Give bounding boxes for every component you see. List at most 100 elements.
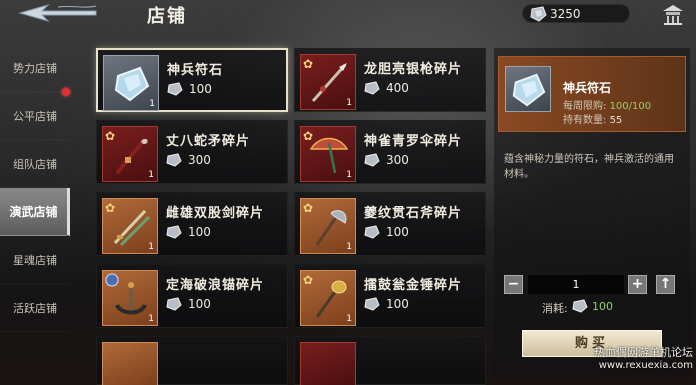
- shop-item-card[interactable]: ✿ 1 夔纹贯石斧碎片 100: [294, 192, 486, 256]
- item-price: 100: [386, 225, 409, 239]
- item-name: 雌雄双股剑碎片: [166, 206, 265, 221]
- pavilion-icon[interactable]: [662, 3, 684, 25]
- sidebar-item-activity-shop[interactable]: 活跃店铺: [0, 284, 70, 332]
- shop-item-card[interactable]: 1 定海破浪锚碎片 100: [96, 264, 288, 328]
- sidebar-item-star-soul-shop[interactable]: 星魂店铺: [0, 236, 70, 284]
- owned-label: 持有数量:: [563, 115, 607, 126]
- shop-item-card[interactable]: ✿ 1 丈八蛇矛碎片 300: [96, 120, 288, 184]
- item-price: 300: [188, 153, 211, 167]
- item-price: 100: [188, 225, 211, 239]
- twin-swords-icon: [113, 209, 151, 247]
- stone-icon: [114, 66, 150, 102]
- top-bar: 店铺 3250: [0, 0, 696, 30]
- sidebar-item-drill-shop[interactable]: 演武店铺: [0, 188, 70, 236]
- item-price: 100: [189, 82, 212, 96]
- currency-amount: 3250: [550, 7, 581, 21]
- sidebar-item-team-shop[interactable]: 组队店铺: [0, 140, 70, 188]
- item-price: 100: [386, 297, 409, 311]
- spear-icon: [311, 63, 347, 102]
- stone-currency-icon: [364, 81, 380, 95]
- sidebar-item-label: 势力店铺: [13, 61, 57, 75]
- sidebar-item-label: 活跃店铺: [13, 301, 57, 315]
- item-price: 400: [386, 81, 409, 95]
- sidebar-item-label: 公平店铺: [13, 109, 57, 123]
- item-quantity: 1: [346, 170, 352, 180]
- quantity-stepper: − 1 + ↑: [504, 274, 680, 296]
- item-quantity: 1: [148, 170, 154, 180]
- max-quantity-button[interactable]: ↑: [656, 275, 675, 294]
- cost-row: 消耗: 100: [542, 299, 613, 316]
- stone-currency-icon: [167, 82, 183, 96]
- hammer-icon: [315, 280, 347, 318]
- sidebar-item-label: 星魂店铺: [13, 253, 57, 267]
- anchor-icon: [115, 282, 147, 315]
- shop-item-card[interactable]: [294, 336, 486, 385]
- stone-currency-icon: [364, 297, 380, 311]
- stone-currency-icon: [166, 225, 182, 239]
- quantity-value: 1: [572, 278, 580, 291]
- item-quantity: 1: [346, 98, 352, 108]
- shop-item-card[interactable]: [96, 336, 288, 385]
- item-name: 擂鼓瓮金锤碎片: [364, 278, 463, 293]
- watermark: 热血偶网游单机论坛 www.rexuexia.com: [575, 344, 693, 371]
- detail-header: 神兵符石 每周限购: 100/100 持有数量: 55: [498, 56, 686, 132]
- item-detail-panel: 神兵符石 每周限购: 100/100 持有数量: 55 蕴含神秘力量的符石，神兵…: [494, 48, 690, 378]
- item-quantity: 1: [148, 242, 154, 252]
- shop-item-card[interactable]: ✿ 1 雌雄双股剑碎片 100: [96, 192, 288, 256]
- item-thumbnail: 1: [102, 270, 158, 326]
- sidebar-item-faction-shop[interactable]: 势力店铺: [0, 44, 70, 96]
- sidebar-item-label: 演武店铺: [9, 205, 58, 219]
- cost-label: 消耗:: [542, 302, 568, 315]
- item-price: 300: [386, 153, 409, 167]
- arrow-back-icon[interactable]: [18, 3, 98, 23]
- item-name: 神雀青罗伞碎片: [364, 134, 463, 149]
- shop-item-card[interactable]: ✿ 1 擂鼓瓮金锤碎片 100: [294, 264, 486, 328]
- item-thumbnail: [102, 342, 158, 385]
- weekly-limit-row: 每周限购: 100/100: [563, 97, 651, 112]
- item-name: 龙胆亮银枪碎片: [364, 62, 463, 77]
- currency-display: 3250: [522, 4, 630, 23]
- item-thumbnail: ✿ 1: [102, 198, 158, 254]
- page-title: 店铺: [147, 6, 187, 27]
- detail-thumbnail: [505, 66, 551, 112]
- item-thumbnail: ✿ 1: [300, 54, 356, 110]
- cost-value: 100: [592, 300, 613, 313]
- item-thumbnail: ✿ 1: [102, 126, 158, 182]
- stone-currency-icon: [364, 153, 380, 167]
- item-description: 蕴含神秘力量的符石，神兵激活的通用材料。: [504, 154, 674, 180]
- detail-item-name: 神兵符石: [563, 81, 612, 95]
- item-quantity: 1: [148, 314, 154, 324]
- watermark-line-1: 热血偶网游单机论坛: [594, 346, 693, 359]
- decrease-button[interactable]: −: [504, 275, 523, 294]
- item-name: 定海破浪锚碎片: [166, 278, 265, 293]
- item-thumbnail: ✿ 1: [300, 126, 356, 182]
- item-quantity: 1: [346, 242, 352, 252]
- item-quantity: 1: [149, 99, 155, 109]
- increase-button[interactable]: +: [628, 275, 647, 294]
- shop-item-card[interactable]: ✿ 1 神雀青罗伞碎片 300: [294, 120, 486, 184]
- quantity-field[interactable]: 1: [528, 275, 624, 294]
- stone-icon: [512, 73, 546, 107]
- umbrella-icon: [309, 137, 349, 174]
- sidebar-item-fair-shop[interactable]: 公平店铺: [0, 92, 70, 140]
- axe-icon: [315, 210, 347, 246]
- owned-value: 55: [609, 115, 623, 126]
- item-thumbnail: ✿ 1: [300, 198, 356, 254]
- stone-currency-icon: [572, 299, 588, 313]
- shop-item-card[interactable]: 1 神兵符石 100: [96, 48, 288, 112]
- item-thumbnail: 1: [103, 55, 159, 111]
- shop-item-card[interactable]: ✿ 1 龙胆亮银枪碎片 400: [294, 48, 486, 112]
- item-thumbnail: ✿ 1: [300, 270, 356, 326]
- owned-row: 持有数量: 55: [563, 111, 622, 126]
- stone-currency-icon: [166, 153, 182, 167]
- item-price: 100: [188, 297, 211, 311]
- sidebar-item-label: 组队店铺: [13, 157, 57, 171]
- item-quantity: 1: [346, 314, 352, 324]
- stone-currency-icon: [166, 297, 182, 311]
- stone-currency-icon: [530, 6, 547, 22]
- item-thumbnail: [300, 342, 356, 385]
- item-name: 丈八蛇矛碎片: [166, 134, 251, 149]
- item-name: 神兵符石: [167, 63, 224, 78]
- watermark-line-2: www.rexuexia.com: [598, 360, 693, 371]
- item-name: 夔纹贯石斧碎片: [364, 206, 463, 221]
